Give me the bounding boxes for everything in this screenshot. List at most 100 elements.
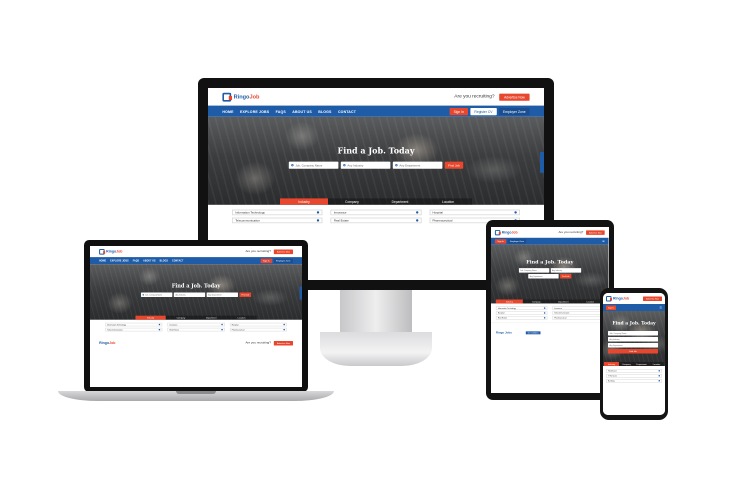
department-select[interactable]: Any Department — [608, 343, 658, 348]
category-item[interactable]: Information Technology — [495, 306, 548, 310]
industry-select[interactable]: Any Industry — [340, 161, 391, 169]
tab-department[interactable]: Department — [549, 299, 577, 304]
nav-faqs[interactable]: FAQS — [276, 109, 286, 113]
nav-explore-jobs[interactable]: EXPLORE JOBS — [240, 109, 269, 113]
advertise-button[interactable]: Advertise Now — [586, 230, 605, 235]
site-logo[interactable]: RingoJob — [222, 92, 259, 102]
category-item[interactable]: Hospital — [229, 322, 287, 327]
recruiting-text: Are you recruiting? — [245, 250, 271, 254]
category-item[interactable]: IT Services — [606, 374, 662, 378]
feedback-side-tab[interactable] — [299, 286, 302, 300]
employer-zone-button[interactable]: Employer Zone — [498, 107, 530, 115]
department-select[interactable]: Any Department — [528, 274, 559, 279]
nav-home[interactable]: HOME — [99, 259, 106, 262]
laptop-notch — [176, 391, 216, 394]
tab-company[interactable]: Company — [165, 315, 197, 320]
keyword-input[interactable]: Job, Company Name — [288, 161, 339, 169]
find-job-button[interactable]: Find Job — [608, 349, 658, 354]
tab-location[interactable]: Location — [226, 315, 257, 320]
job-alerts-button[interactable]: Get Job Alerts — [525, 331, 541, 335]
arrow-icon — [317, 211, 320, 214]
tab-location[interactable]: Location — [424, 198, 472, 205]
hero-title: Find a Job. Today — [337, 147, 415, 156]
keyword-input[interactable]: Job, Company Name — [608, 331, 658, 336]
laptop: RingoJob Are you recruiting? Advertise N… — [84, 240, 308, 392]
hamburger-menu-icon[interactable]: ≡ — [660, 305, 662, 310]
category-item[interactable]: Real Estate — [495, 316, 548, 320]
category-item[interactable]: Insurance — [167, 322, 225, 327]
nav-blogs[interactable]: BLOGS — [160, 259, 168, 262]
keyword-input[interactable]: Job, Company Name — [141, 292, 173, 298]
category-item[interactable]: Pharmaceutical — [229, 327, 287, 332]
industry-select[interactable]: Any Industry — [608, 337, 658, 342]
hero-title: Find a Job. Today — [612, 321, 656, 326]
tab-company[interactable]: Company — [522, 299, 550, 304]
advertise-button[interactable]: Advertise Now — [273, 249, 294, 254]
industry-select[interactable]: Any Industry — [550, 268, 581, 273]
find-job-button[interactable]: Find Job — [560, 274, 572, 279]
category-item[interactable]: Information Technology — [232, 209, 323, 216]
arrow-icon — [415, 219, 419, 222]
hero-banner: Find a Job. Today Job, Company Name Any … — [491, 244, 609, 304]
category-item[interactable]: Banking — [606, 379, 662, 383]
register-cv-button[interactable]: Register CV — [470, 107, 497, 115]
feedback-side-tab[interactable] — [540, 152, 544, 173]
sign-in-button[interactable]: Sign In — [606, 305, 617, 310]
category-item[interactable]: Hospital — [495, 311, 548, 315]
nav-contact[interactable]: CONTACT — [172, 259, 183, 262]
category-item[interactable]: Telecommunication — [552, 311, 604, 315]
category-item[interactable]: Real Estate — [330, 217, 422, 224]
find-job-button[interactable]: Find Job — [444, 161, 464, 169]
category-item[interactable]: Hospital — [429, 209, 520, 216]
tab-industry[interactable]: Industry — [135, 315, 166, 320]
category-item[interactable]: Information Technology — [105, 322, 163, 327]
site-logo[interactable]: RingoJob — [99, 248, 122, 255]
tab-company[interactable]: Company — [328, 198, 376, 205]
department-select[interactable]: Any Department — [392, 161, 443, 169]
find-job-button[interactable]: Find Job — [239, 292, 251, 298]
industry-select[interactable]: Any Industry — [173, 292, 206, 298]
sign-in-button[interactable]: Sign In — [449, 107, 469, 115]
category-item[interactable]: Real Estate — [167, 327, 225, 332]
tab-department[interactable]: Department — [376, 198, 424, 205]
tab-industry[interactable]: Industry — [280, 198, 328, 205]
sign-in-button[interactable]: Sign In — [260, 258, 273, 263]
category-item[interactable]: Healthcare — [606, 369, 662, 373]
nav-faqs[interactable]: FAQS — [133, 259, 139, 262]
employer-zone-button[interactable]: Employer Zone — [507, 239, 527, 244]
category-item[interactable]: Insurance — [552, 306, 604, 310]
recruiting-text: Are you recruiting? — [454, 94, 495, 100]
site-logo[interactable]: RingoJob — [606, 295, 629, 302]
tablet: RingoJob Are you recruiting? Advertise N… — [486, 220, 614, 400]
nav-about[interactable]: ABOUT US — [143, 259, 155, 262]
tab-department[interactable]: Department — [634, 362, 649, 366]
phone-site: RingoJob Advertise Now Sign In ≡ Find a … — [603, 293, 665, 415]
keyword-input[interactable]: Job, Company Name — [518, 268, 550, 273]
site-logo[interactable]: RingoJob — [494, 229, 518, 236]
advertise-button[interactable]: Advertise Now — [643, 296, 662, 301]
tab-industry[interactable]: Industry — [604, 362, 619, 366]
category-item[interactable]: Pharmaceutical — [552, 316, 604, 320]
sign-in-button[interactable]: Sign In — [494, 239, 507, 244]
category-item[interactable]: Insurance — [330, 209, 422, 216]
hamburger-menu-icon[interactable]: ≡ — [602, 239, 604, 243]
tab-location[interactable]: Location — [649, 362, 664, 366]
arrow-icon — [415, 211, 419, 214]
employer-zone-button[interactable]: Employer Zone — [273, 258, 294, 263]
site-footer-strip: RingoJob Are you recruiting? Advertise N… — [90, 337, 302, 349]
nav-explore-jobs[interactable]: EXPLORE JOBS — [110, 259, 128, 262]
nav-blogs[interactable]: BLOGS — [318, 109, 331, 113]
department-select[interactable]: Any Department — [206, 292, 239, 298]
monitor-stand-neck — [340, 290, 412, 334]
tab-company[interactable]: Company — [619, 362, 634, 366]
category-item[interactable]: Telecommunication — [105, 327, 163, 332]
nav-home[interactable]: HOME — [222, 109, 233, 113]
brand-strip: Ringo Jobs Get Job Alerts — [491, 322, 609, 340]
tab-department[interactable]: Department — [196, 315, 227, 320]
category-item[interactable]: Telecommunication — [232, 217, 323, 224]
nav-about[interactable]: ABOUT US — [292, 109, 312, 113]
advertise-button[interactable]: Advertise Now — [499, 93, 530, 101]
tablet-site: RingoJob Are you recruiting? Advertise N… — [491, 227, 609, 393]
tab-industry[interactable]: Industry — [495, 299, 523, 304]
nav-contact[interactable]: CONTACT — [338, 109, 356, 113]
